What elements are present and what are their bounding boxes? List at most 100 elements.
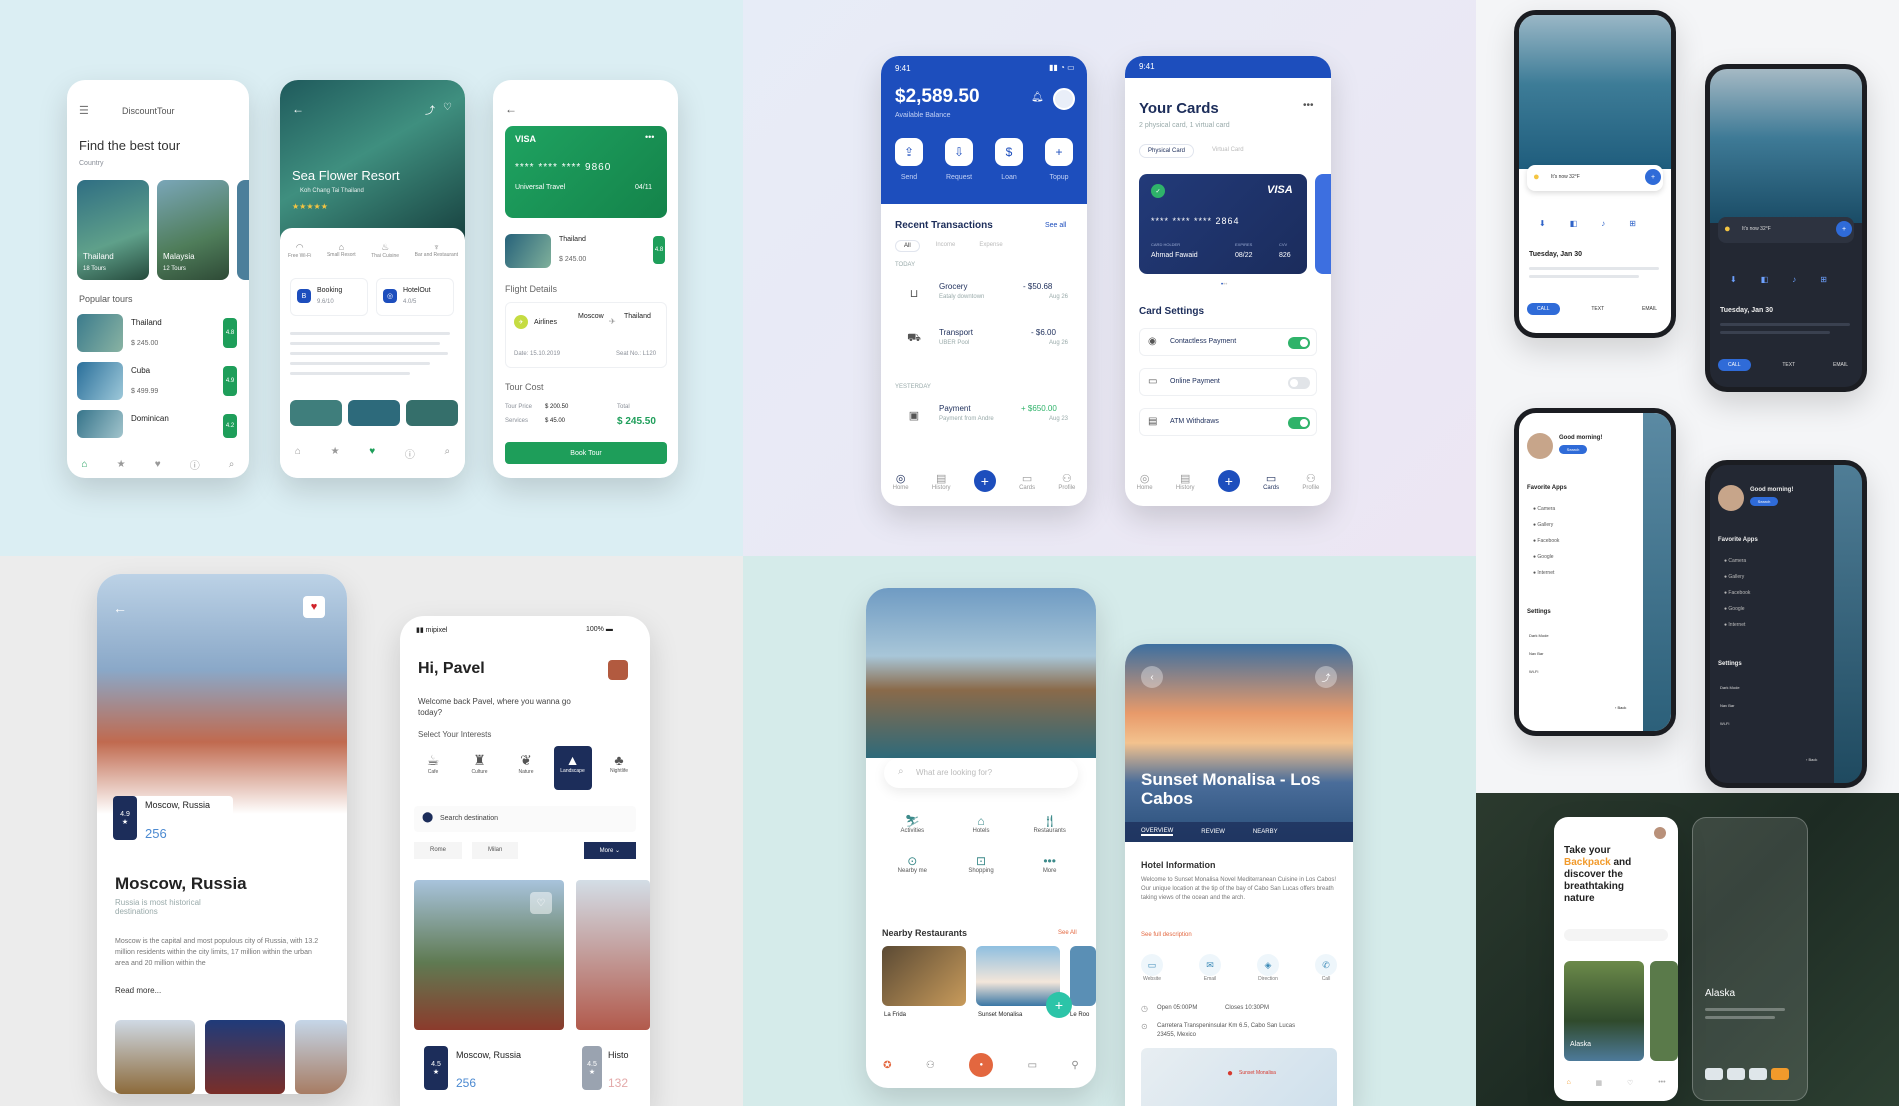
visa-card[interactable]: VISA ••• **** **** **** 9860 Universal T…	[505, 126, 667, 218]
back-arrow-icon[interactable]: ←	[113, 600, 127, 616]
more-icon[interactable]: •••	[1303, 100, 1314, 111]
star-icon[interactable]: ★	[331, 446, 340, 472]
gallery-image[interactable]	[406, 400, 458, 426]
category-shopping[interactable]: ⊡ Shopping	[947, 854, 1016, 874]
country-card-thailand[interactable]: Thailand 18 Tours	[77, 180, 149, 280]
tab-nearby[interactable]: NEARBY	[1253, 829, 1278, 835]
chip-milan[interactable]: Milan	[472, 842, 519, 859]
loan-button[interactable]: $ Loan	[991, 138, 1027, 184]
topup-button[interactable]: + Topup	[1041, 138, 1077, 184]
send-button[interactable]: ⇪ Send	[891, 138, 927, 184]
setting-nav-bar[interactable]: Nav Bar	[1720, 697, 1740, 715]
setting-wifi[interactable]: Wi-Fi	[1720, 715, 1740, 733]
notification-icon[interactable]: 🔔︎	[1031, 92, 1044, 103]
share-button[interactable]: ⤴	[1315, 666, 1337, 688]
category-culture[interactable]: ♜ Culture	[461, 746, 499, 790]
gallery-image[interactable]	[205, 1020, 285, 1094]
heart-icon[interactable]: ♥	[155, 459, 161, 470]
search-button[interactable]: Search	[1750, 497, 1778, 506]
info-icon[interactable]: ⓘ	[405, 446, 415, 472]
app-internet[interactable]: ● Internet	[1533, 565, 1559, 581]
app-facebook[interactable]: ● Facebook	[1724, 585, 1750, 601]
explore-icon[interactable]: ✪	[883, 1060, 891, 1071]
action-fab[interactable]: +	[1836, 221, 1852, 237]
action-fab[interactable]: +	[1645, 169, 1661, 185]
filter-income[interactable]: Income	[928, 240, 964, 252]
nav-history[interactable]: ▤ History	[1176, 472, 1195, 491]
search-button[interactable]: Search	[1559, 445, 1587, 454]
share-icon[interactable]: ⤴	[425, 102, 435, 117]
destination-card[interactable]: 4.5 ★ Histo 132	[576, 880, 650, 1106]
info-icon[interactable]: ⓘ	[190, 457, 200, 472]
shortcut-icons[interactable]: ⬇◧♪⊞	[1539, 219, 1660, 228]
category-restaurants[interactable]: 🍴︎ Restaurants	[1015, 814, 1084, 834]
menu-icon[interactable]: ☰	[79, 104, 89, 117]
add-fab[interactable]: +	[1046, 992, 1072, 1018]
add-button[interactable]: +	[973, 470, 996, 492]
more-icon[interactable]: •••	[645, 132, 654, 142]
center-button[interactable]: ●	[969, 1053, 994, 1077]
category-nature[interactable]: ❦ Nature	[507, 746, 545, 790]
email-button[interactable]: EMAIL	[1636, 303, 1663, 315]
category-cafe[interactable]: ☕︎ Cafe	[414, 746, 452, 790]
next-card-peek[interactable]	[1315, 174, 1331, 274]
shortcut-icons[interactable]: ⬇◧♪⊞	[1730, 275, 1851, 284]
restaurant-card[interactable]: Le Roo	[1070, 946, 1096, 1026]
setting-dark-mode[interactable]: Dark Mode	[1720, 679, 1740, 697]
text-button[interactable]: TEXT	[1776, 359, 1801, 371]
email-button[interactable]: EMAIL	[1827, 359, 1854, 371]
restaurant-card[interactable]: Sunset Monalisa	[976, 946, 1060, 1026]
setting-wifi[interactable]: Wi-Fi	[1529, 663, 1549, 681]
glass-card[interactable]: Alaska	[1692, 817, 1808, 1101]
gallery-image[interactable]	[295, 1020, 347, 1094]
text-button[interactable]: TEXT	[1585, 303, 1610, 315]
email-button[interactable]: ✉ Email	[1199, 954, 1221, 982]
avatar[interactable]	[1527, 433, 1553, 459]
chip-rome[interactable]: Rome	[414, 842, 463, 859]
debit-card[interactable]: ✓ VISA **** **** **** 2864 CARD HOLDER A…	[1139, 174, 1307, 274]
profile-icon[interactable]: ⚲	[1071, 1060, 1078, 1071]
setting-dark-mode[interactable]: Dark Mode	[1529, 627, 1549, 645]
home-icon[interactable]: ⌂	[295, 446, 301, 472]
filter-all[interactable]: All	[895, 240, 920, 252]
avatar[interactable]	[1053, 88, 1075, 110]
more-icon[interactable]: •••	[1658, 1079, 1665, 1087]
atm-toggle[interactable]	[1288, 417, 1310, 429]
category-more[interactable]: ••• More	[1015, 854, 1084, 874]
website-button[interactable]: ▭ Website	[1141, 954, 1163, 982]
call-button[interactable]: CALL	[1527, 303, 1560, 315]
booking-score-card[interactable]: B Booking 9.6/10	[290, 278, 368, 316]
app-camera[interactable]: ● Camera	[1533, 501, 1559, 517]
read-more-link[interactable]: Read more...	[115, 986, 161, 995]
calendar-icon[interactable]: ▦	[1596, 1079, 1603, 1087]
selected-trip[interactable]: Thailand $ 245.00 4.8	[505, 234, 667, 270]
country-card-partial[interactable]	[237, 180, 249, 280]
destination-card[interactable]: Alaska	[1564, 961, 1644, 1061]
destination-card[interactable]	[1650, 961, 1678, 1061]
request-button[interactable]: ⇩ Request	[941, 138, 977, 184]
see-all-link[interactable]: See all	[1045, 222, 1066, 229]
direction-button[interactable]: ◈ Direction	[1257, 954, 1279, 982]
nav-profile[interactable]: ⚇ Profile	[1302, 472, 1319, 491]
people-icon[interactable]: ⚇	[926, 1060, 935, 1071]
transaction-row[interactable]: ▣ Payment Payment from Andre + $650.00 A…	[895, 402, 1073, 438]
back-button[interactable]: ‹	[1141, 666, 1163, 688]
nav-profile[interactable]: ⚇ Profile	[1058, 472, 1075, 491]
transaction-row[interactable]: ⊔ Grocery Eataly downtown - $50.68 Aug 2…	[895, 280, 1073, 316]
back-arrow-icon[interactable]: ←	[292, 102, 304, 116]
city-summary-card[interactable]: 4.9 ★ Moscow, Russia 256	[113, 796, 233, 846]
gallery-image[interactable]	[290, 400, 342, 426]
tour-row-thailand[interactable]: Thailand $ 245.00 4.8	[77, 314, 239, 354]
contactless-toggle[interactable]	[1288, 337, 1310, 349]
app-gallery[interactable]: ● Gallery	[1533, 517, 1559, 533]
app-internet[interactable]: ● Internet	[1724, 617, 1750, 633]
gallery-image[interactable]	[115, 1020, 195, 1094]
back-link[interactable]: ‹ Back	[1806, 757, 1817, 762]
category-landscape[interactable]: ▲ Landscape	[553, 746, 592, 790]
see-full-link[interactable]: See full description	[1141, 932, 1192, 938]
restaurant-card[interactable]: La Frida	[882, 946, 966, 1026]
avatar[interactable]	[608, 660, 628, 680]
search-field[interactable]: ⌕ What are looking for?	[884, 758, 1078, 788]
back-arrow-icon[interactable]: ←	[505, 102, 517, 116]
chip-more[interactable]: More ⌄	[583, 842, 636, 859]
